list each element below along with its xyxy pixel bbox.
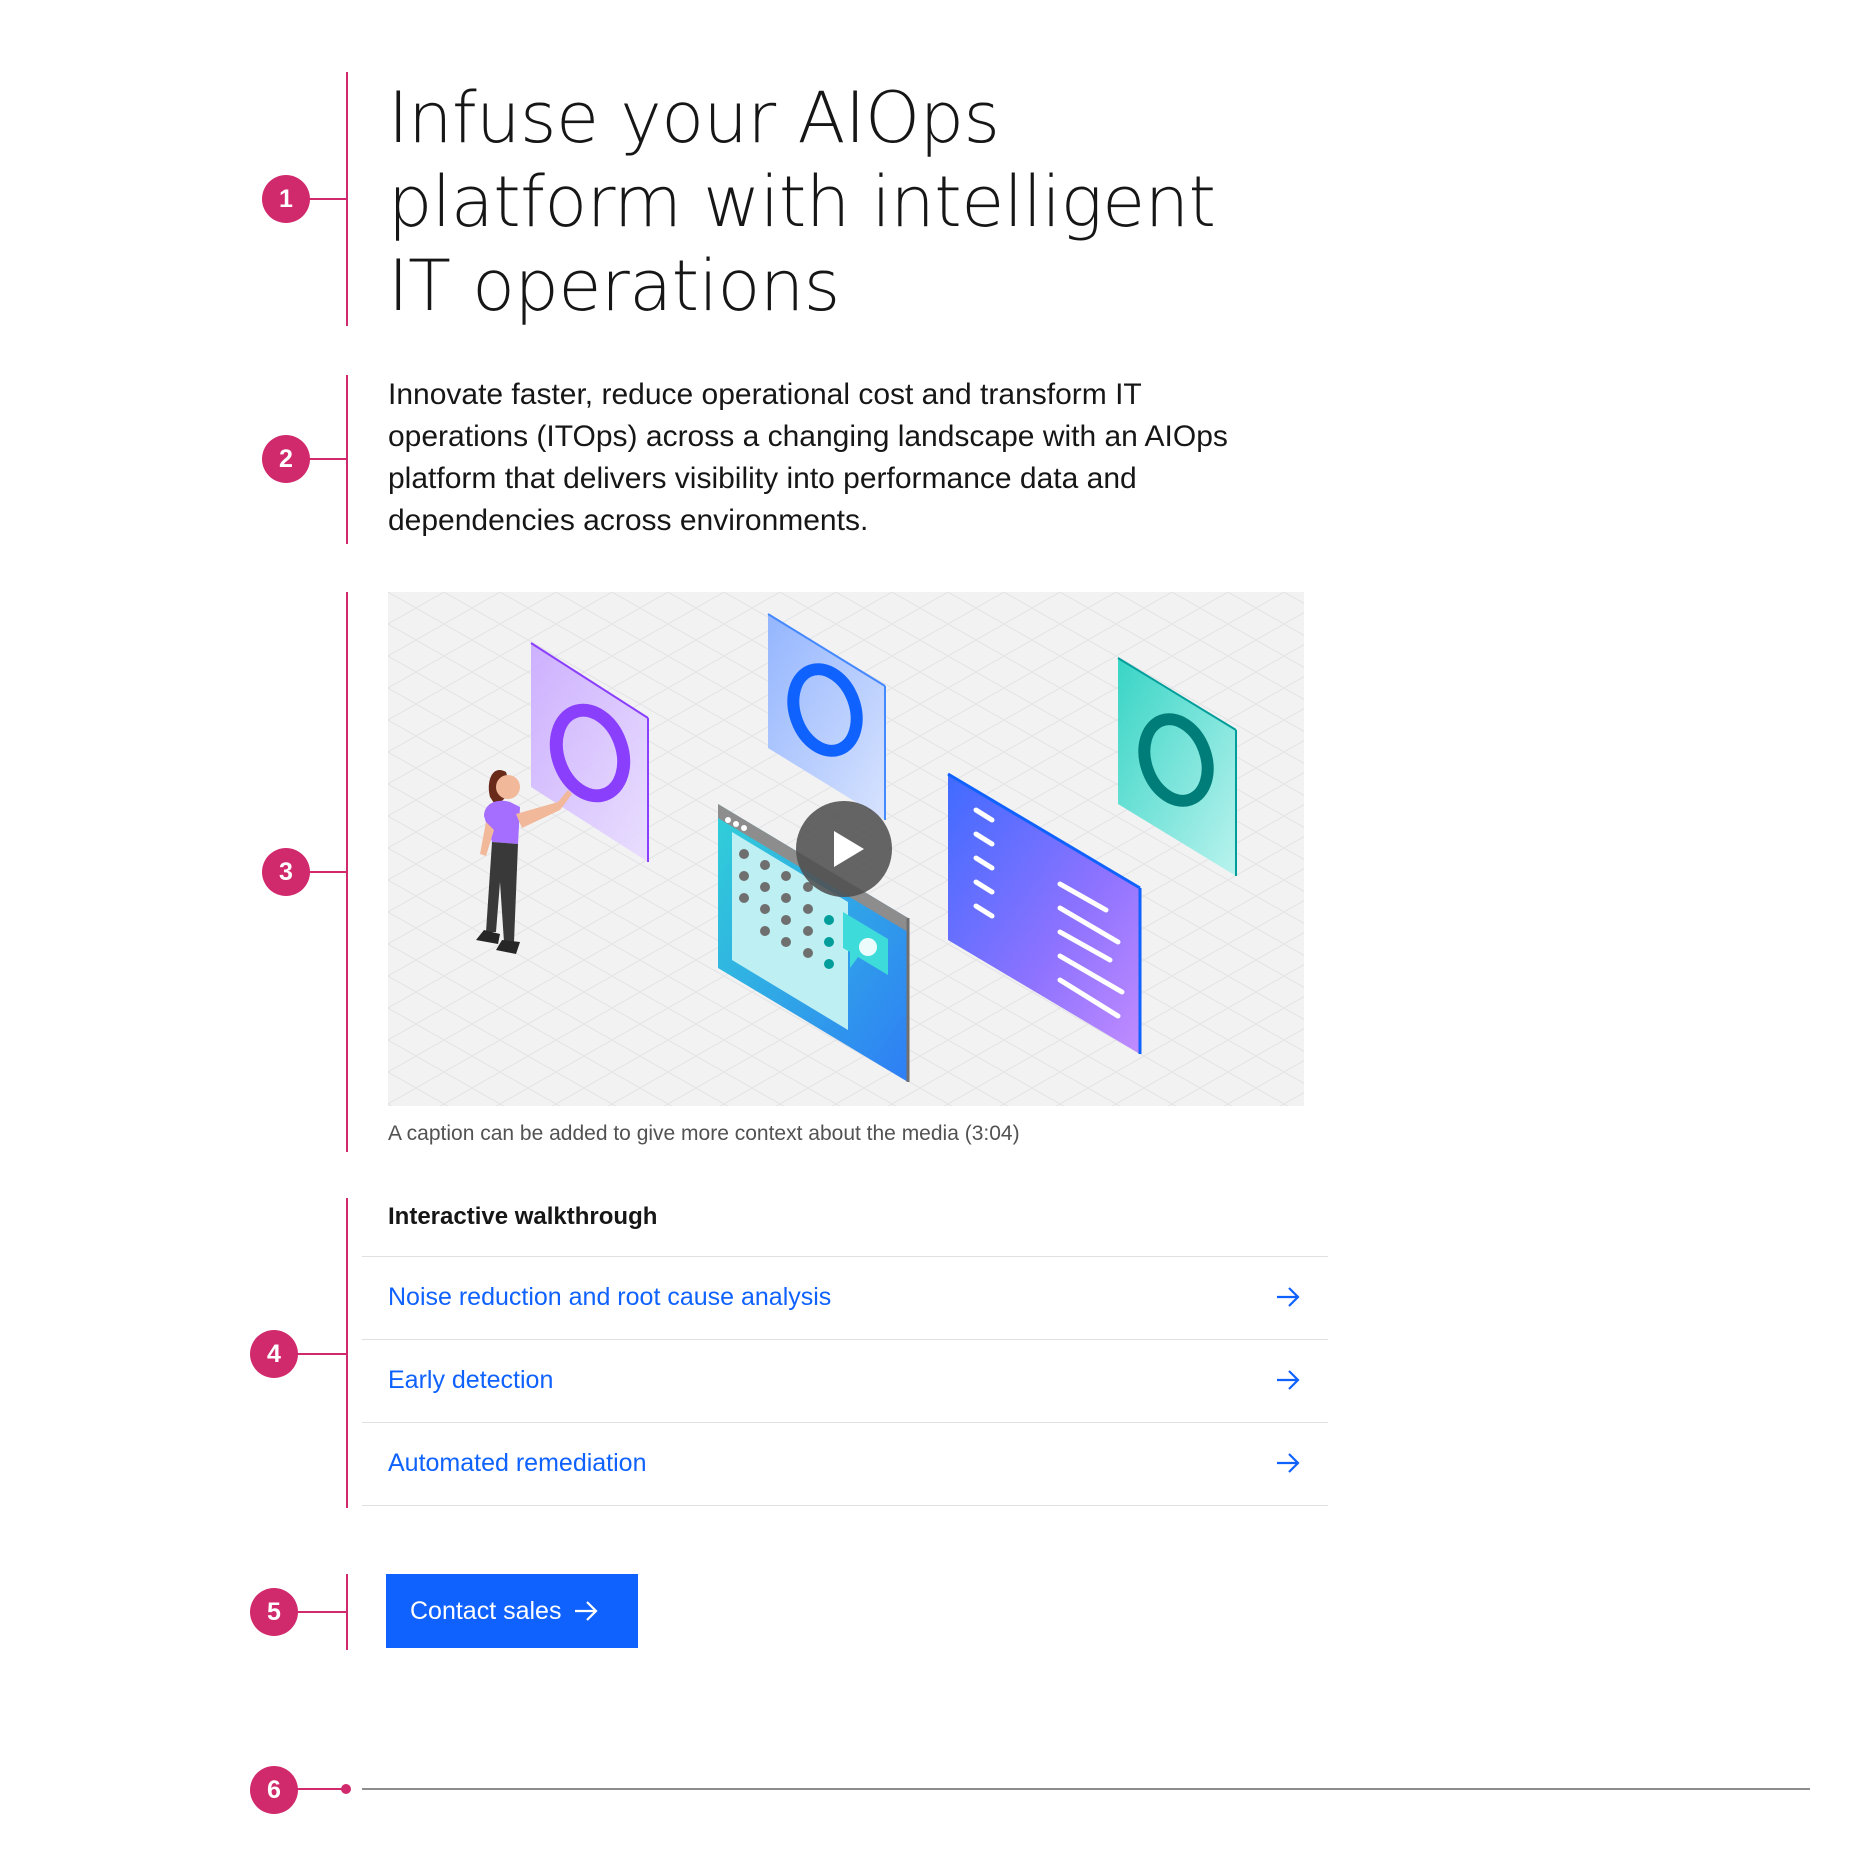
page-title: Infuse your AIOps platform with intellig… — [388, 77, 1216, 327]
link-label[interactable]: Noise reduction and root cause analysis — [388, 1281, 831, 1313]
annotation-connector — [296, 1788, 344, 1790]
annotation-badge: 5 — [250, 1588, 298, 1636]
annotation-badge: 2 — [262, 435, 310, 483]
links-heading: Interactive walkthrough — [388, 1203, 658, 1230]
annotation-connector — [308, 871, 348, 873]
contact-sales-button[interactable]: Contact sales — [386, 1574, 638, 1648]
annotation-connector — [308, 198, 348, 200]
annotation-badge: 1 — [262, 175, 310, 223]
link-list-item[interactable]: Automated remediation — [362, 1423, 1328, 1506]
link-list-item[interactable]: Noise reduction and root cause analysis — [362, 1257, 1328, 1340]
media-caption: A caption can be added to give more cont… — [388, 1122, 1020, 1145]
intro-paragraph: Innovate faster, reduce operational cost… — [388, 378, 1228, 537]
play-button[interactable] — [796, 801, 892, 897]
link-list: Noise reduction and root cause analysis … — [362, 1256, 1328, 1506]
annotation-connector — [308, 458, 348, 460]
arrow-right-icon — [1277, 1370, 1300, 1390]
video-thumbnail[interactable] — [388, 592, 1304, 1106]
link-label[interactable]: Automated remediation — [388, 1447, 646, 1479]
annotation-badge: 4 — [250, 1330, 298, 1378]
link-list-item[interactable]: Early detection — [362, 1340, 1328, 1423]
annotation-connector — [296, 1611, 348, 1613]
link-label[interactable]: Early detection — [388, 1364, 553, 1396]
annotation-badge: 6 — [250, 1766, 298, 1814]
annotation-connector — [296, 1353, 348, 1355]
play-icon — [834, 831, 864, 867]
section-divider — [362, 1788, 1810, 1790]
contact-sales-label: Contact sales — [410, 1597, 562, 1625]
arrow-right-icon — [1277, 1287, 1300, 1307]
annotation-badge: 3 — [262, 848, 310, 896]
arrow-right-icon — [1277, 1453, 1300, 1473]
arrow-right-icon — [575, 1601, 598, 1621]
